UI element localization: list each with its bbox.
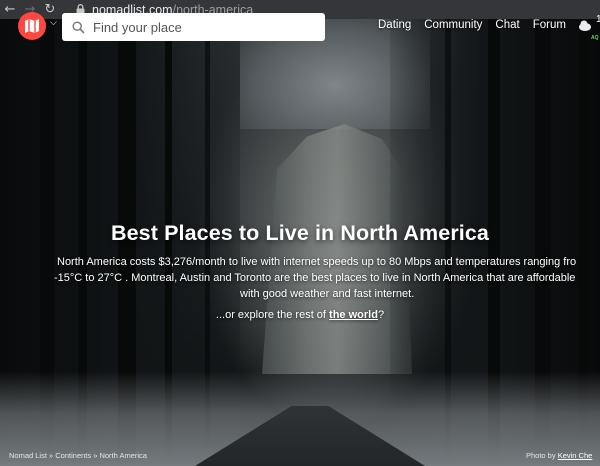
nav-forum[interactable]: Forum <box>533 19 566 31</box>
nav-community[interactable]: Community <box>424 19 482 31</box>
top-nav: Dating Community Chat Forum <box>378 19 579 31</box>
search-box[interactable] <box>62 13 325 41</box>
hero-description-line: with good weather and fast internet. <box>240 288 415 300</box>
photographer-link[interactable]: Kevin Che <box>558 451 593 460</box>
breadcrumb[interactable]: Nomad List » Continents » North America <box>9 451 147 460</box>
page-title: Best Places to Live in North America <box>111 221 489 245</box>
explore-suffix: ? <box>377 309 385 321</box>
explore-world-link[interactable]: the world <box>329 309 378 321</box>
chevron-down-icon[interactable]: ⌵ <box>50 18 60 32</box>
back-arrow-icon[interactable]: ← <box>0 0 20 19</box>
hero-description-line: North America costs $3,276/month to live… <box>57 256 577 268</box>
photo-credit-prefix: Photo by <box>526 451 558 460</box>
air-quality-label: AQ <box>591 35 599 41</box>
map-icon <box>25 19 39 33</box>
nomadlist-logo[interactable] <box>18 12 46 40</box>
hero-description-line: -15°C to 27°C . Montreal, Austin and Tor… <box>54 272 576 284</box>
photo-credit: Photo by Kevin Che <box>526 451 592 460</box>
hero-description: North America costs $3,276/month to live… <box>54 254 600 302</box>
weather-value: 1 <box>596 14 600 25</box>
nav-dating[interactable]: Dating <box>378 19 411 31</box>
search-input[interactable] <box>93 19 313 35</box>
nav-chat[interactable]: Chat <box>495 19 519 31</box>
explore-prefix: ...or explore the rest of <box>215 309 330 321</box>
reload-icon[interactable]: ↻ <box>40 0 60 19</box>
search-icon <box>72 20 85 34</box>
explore-prompt: ...or explore the rest of the world? <box>0 309 600 321</box>
